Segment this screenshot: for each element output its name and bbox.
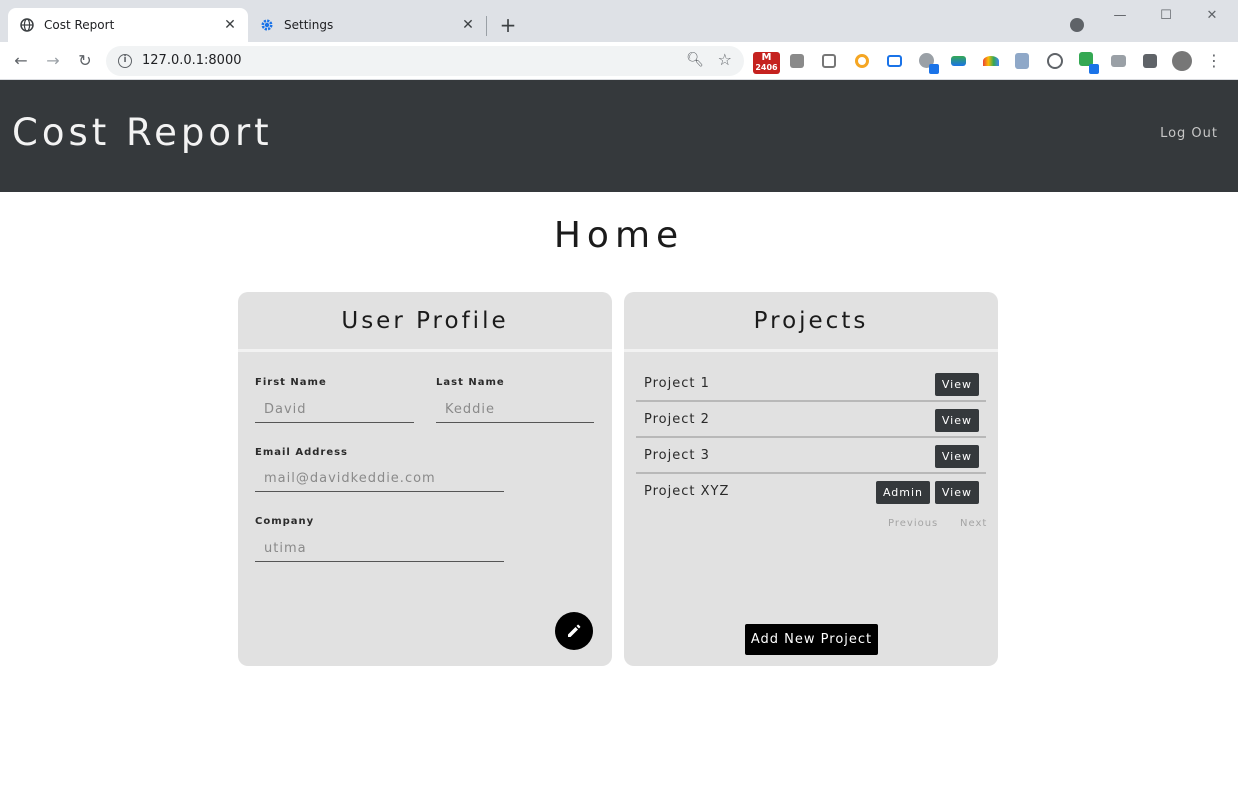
info-icon[interactable]: i (118, 54, 132, 68)
card-title: Projects (753, 308, 869, 334)
admin-project-button[interactable]: Admin (875, 481, 930, 504)
extension-icon[interactable] (1047, 53, 1063, 69)
reload-icon[interactable]: ↻ (74, 50, 96, 72)
extension-badge-icon (929, 64, 939, 74)
close-icon[interactable]: ✕ (222, 17, 238, 33)
edit-profile-button[interactable] (555, 612, 593, 650)
dropbox-extension-icon[interactable] (790, 54, 804, 68)
window-close-icon[interactable]: ✕ (1202, 6, 1222, 26)
view-project-button[interactable]: View (934, 481, 979, 504)
extension-icon[interactable] (855, 54, 869, 68)
last-name-field[interactable] (436, 397, 594, 423)
project-name: Project XYZ (644, 484, 730, 499)
email-field[interactable] (255, 466, 504, 492)
tab-title: Settings (284, 18, 334, 32)
first-name-field[interactable] (255, 397, 414, 423)
extension-icon[interactable] (822, 54, 836, 68)
extension-icon[interactable] (983, 56, 999, 66)
address-bar[interactable]: i 127.0.0.1:8000 🔍︎ ☆ (106, 46, 744, 76)
tab-title: Cost Report (44, 18, 115, 32)
tab-settings[interactable]: Settings ✕ (248, 8, 486, 42)
profile-avatar[interactable] (1172, 51, 1192, 71)
view-project-button[interactable]: View (934, 409, 979, 432)
pager-next[interactable]: Next (960, 518, 987, 529)
globe-icon (20, 18, 34, 32)
pencil-icon (568, 624, 581, 637)
projects-card: Projects Project 1 View Project 2 View P… (624, 292, 998, 666)
app-navbar: Cost Report Log Out (0, 80, 1238, 192)
email-label: Email Address (255, 447, 349, 458)
puzzle-icon[interactable] (1143, 54, 1157, 68)
new-tab-icon[interactable]: + (498, 15, 518, 35)
project-row: Project 2 View (636, 402, 986, 438)
user-profile-card: User Profile First Name Last Name Email … (238, 292, 612, 666)
card-header: User Profile (238, 292, 612, 352)
camera-icon[interactable] (1111, 55, 1126, 67)
project-name: Project 2 (644, 412, 710, 427)
page-title: Home (553, 215, 685, 256)
extension-icon[interactable] (1015, 53, 1029, 69)
add-new-project-button[interactable]: Add New Project (745, 624, 878, 655)
zoom-icon[interactable]: 🔍︎ (686, 52, 704, 68)
first-name-label: First Name (255, 377, 327, 388)
browser-tab-strip: Cost Report ✕ Settings ✕ + — ☐ ✕ (0, 0, 1238, 42)
extension-icon[interactable] (951, 56, 966, 66)
gmail-extension-icon[interactable]: M 2406 (753, 52, 780, 74)
extension-icon[interactable] (887, 55, 902, 67)
project-row: Project XYZ Admin View (636, 474, 986, 510)
project-name: Project 3 (644, 448, 710, 463)
tab-cost-report[interactable]: Cost Report ✕ (8, 8, 248, 42)
view-project-button[interactable]: View (934, 373, 979, 396)
logout-link[interactable]: Log Out (1160, 126, 1218, 141)
kebab-menu-icon[interactable]: ⋮ (1206, 51, 1222, 71)
view-project-button[interactable]: View (934, 445, 979, 468)
url-text: 127.0.0.1:8000 (142, 53, 242, 68)
maximize-icon[interactable]: ☐ (1156, 6, 1176, 26)
project-row: Project 1 View (636, 366, 986, 402)
last-name-label: Last Name (436, 377, 505, 388)
extension-badge-icon (1089, 64, 1099, 74)
card-header: Projects (624, 292, 998, 352)
brand-title[interactable]: Cost Report (12, 110, 273, 156)
company-field[interactable] (255, 536, 504, 562)
company-label: Company (255, 516, 315, 527)
gear-icon (260, 18, 274, 32)
pager-previous[interactable]: Previous (888, 518, 938, 529)
project-row: Project 3 View (636, 438, 986, 474)
bookmark-star-icon[interactable]: ☆ (718, 50, 732, 69)
close-icon[interactable]: ✕ (460, 17, 476, 33)
tab-search-icon[interactable] (1070, 18, 1084, 32)
minimize-icon[interactable]: — (1110, 6, 1130, 26)
forward-arrow-icon[interactable]: → (42, 50, 64, 72)
back-arrow-icon[interactable]: ← (10, 50, 32, 72)
tab-separator (486, 16, 487, 36)
project-name: Project 1 (644, 376, 710, 391)
mail-badge-count: 2406 (755, 63, 778, 72)
card-title: User Profile (341, 308, 509, 334)
